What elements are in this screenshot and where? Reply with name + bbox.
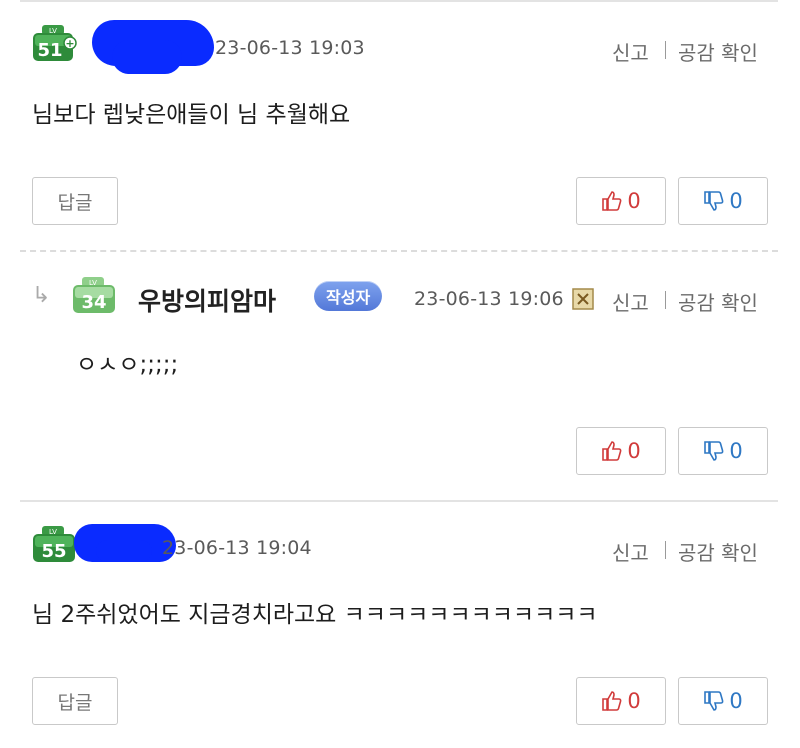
thumbs-up-icon xyxy=(602,441,622,461)
level-number: 34 xyxy=(81,292,106,313)
reply-arrow-icon: ↳ xyxy=(32,283,51,308)
redacted-nickname-scribble xyxy=(96,540,152,562)
reply-button[interactable]: 답글 xyxy=(32,177,118,225)
svg-text:+: + xyxy=(65,37,74,50)
upvote-count: 0 xyxy=(627,189,641,213)
divider xyxy=(20,250,778,252)
level-number: 55 xyxy=(41,541,66,562)
level-number: 51 xyxy=(37,40,62,61)
downvote-count: 0 xyxy=(729,689,743,713)
downvote-button[interactable]: 0 xyxy=(678,177,768,225)
comment-text: 님 2주쉬었어도 지금경치라고요 ㅋㅋㅋㅋㅋㅋㅋㅋㅋㅋㅋㅋ xyxy=(32,602,598,628)
report-flag-icon[interactable] xyxy=(572,288,594,310)
thumbs-up-icon xyxy=(602,691,622,711)
divider xyxy=(665,541,666,559)
nickname[interactable]: 우방의피암마 xyxy=(138,282,276,318)
reply-button[interactable]: 답글 xyxy=(32,677,118,725)
thumbs-down-icon xyxy=(704,441,724,461)
downvote-button[interactable]: 0 xyxy=(678,677,768,725)
report-link[interactable]: 신고 xyxy=(612,37,649,66)
upvote-button[interactable]: 0 xyxy=(576,427,666,475)
empathy-link[interactable]: 공감 확인 xyxy=(678,537,758,566)
empathy-link[interactable]: 공감 확인 xyxy=(678,287,758,316)
downvote-count: 0 xyxy=(729,189,743,213)
empathy-link[interactable]: 공감 확인 xyxy=(678,37,758,66)
divider xyxy=(20,500,778,502)
comment-text: 님보다 렙낮은애들이 님 추월해요 xyxy=(32,102,351,128)
upvote-button[interactable]: 0 xyxy=(576,177,666,225)
author-badge: 작성자 xyxy=(314,281,383,311)
comment-text: ㅇㅅㅇ;;;;; xyxy=(76,352,179,378)
thumbs-down-icon xyxy=(704,691,724,711)
divider xyxy=(665,41,666,59)
report-link[interactable]: 신고 xyxy=(612,537,649,566)
thumbs-down-icon xyxy=(704,191,724,211)
report-link[interactable]: 신고 xyxy=(612,287,649,316)
downvote-button[interactable]: 0 xyxy=(678,427,768,475)
upvote-count: 0 xyxy=(627,689,641,713)
redacted-nickname-scribble xyxy=(112,40,182,74)
divider xyxy=(20,0,778,2)
level-badge-icon: LV 51 + xyxy=(32,24,77,64)
level-badge-icon: LV 55 xyxy=(32,525,76,565)
comment-date: 23-06-13 19:06 xyxy=(414,288,564,310)
divider xyxy=(665,291,666,309)
comment-date: 23-06-13 19:04 xyxy=(162,537,312,559)
thumbs-up-icon xyxy=(602,191,622,211)
level-badge-icon: LV 34 xyxy=(72,276,116,316)
downvote-count: 0 xyxy=(729,439,743,463)
upvote-button[interactable]: 0 xyxy=(576,677,666,725)
upvote-count: 0 xyxy=(627,439,641,463)
comment-date: 23-06-13 19:03 xyxy=(215,37,365,59)
